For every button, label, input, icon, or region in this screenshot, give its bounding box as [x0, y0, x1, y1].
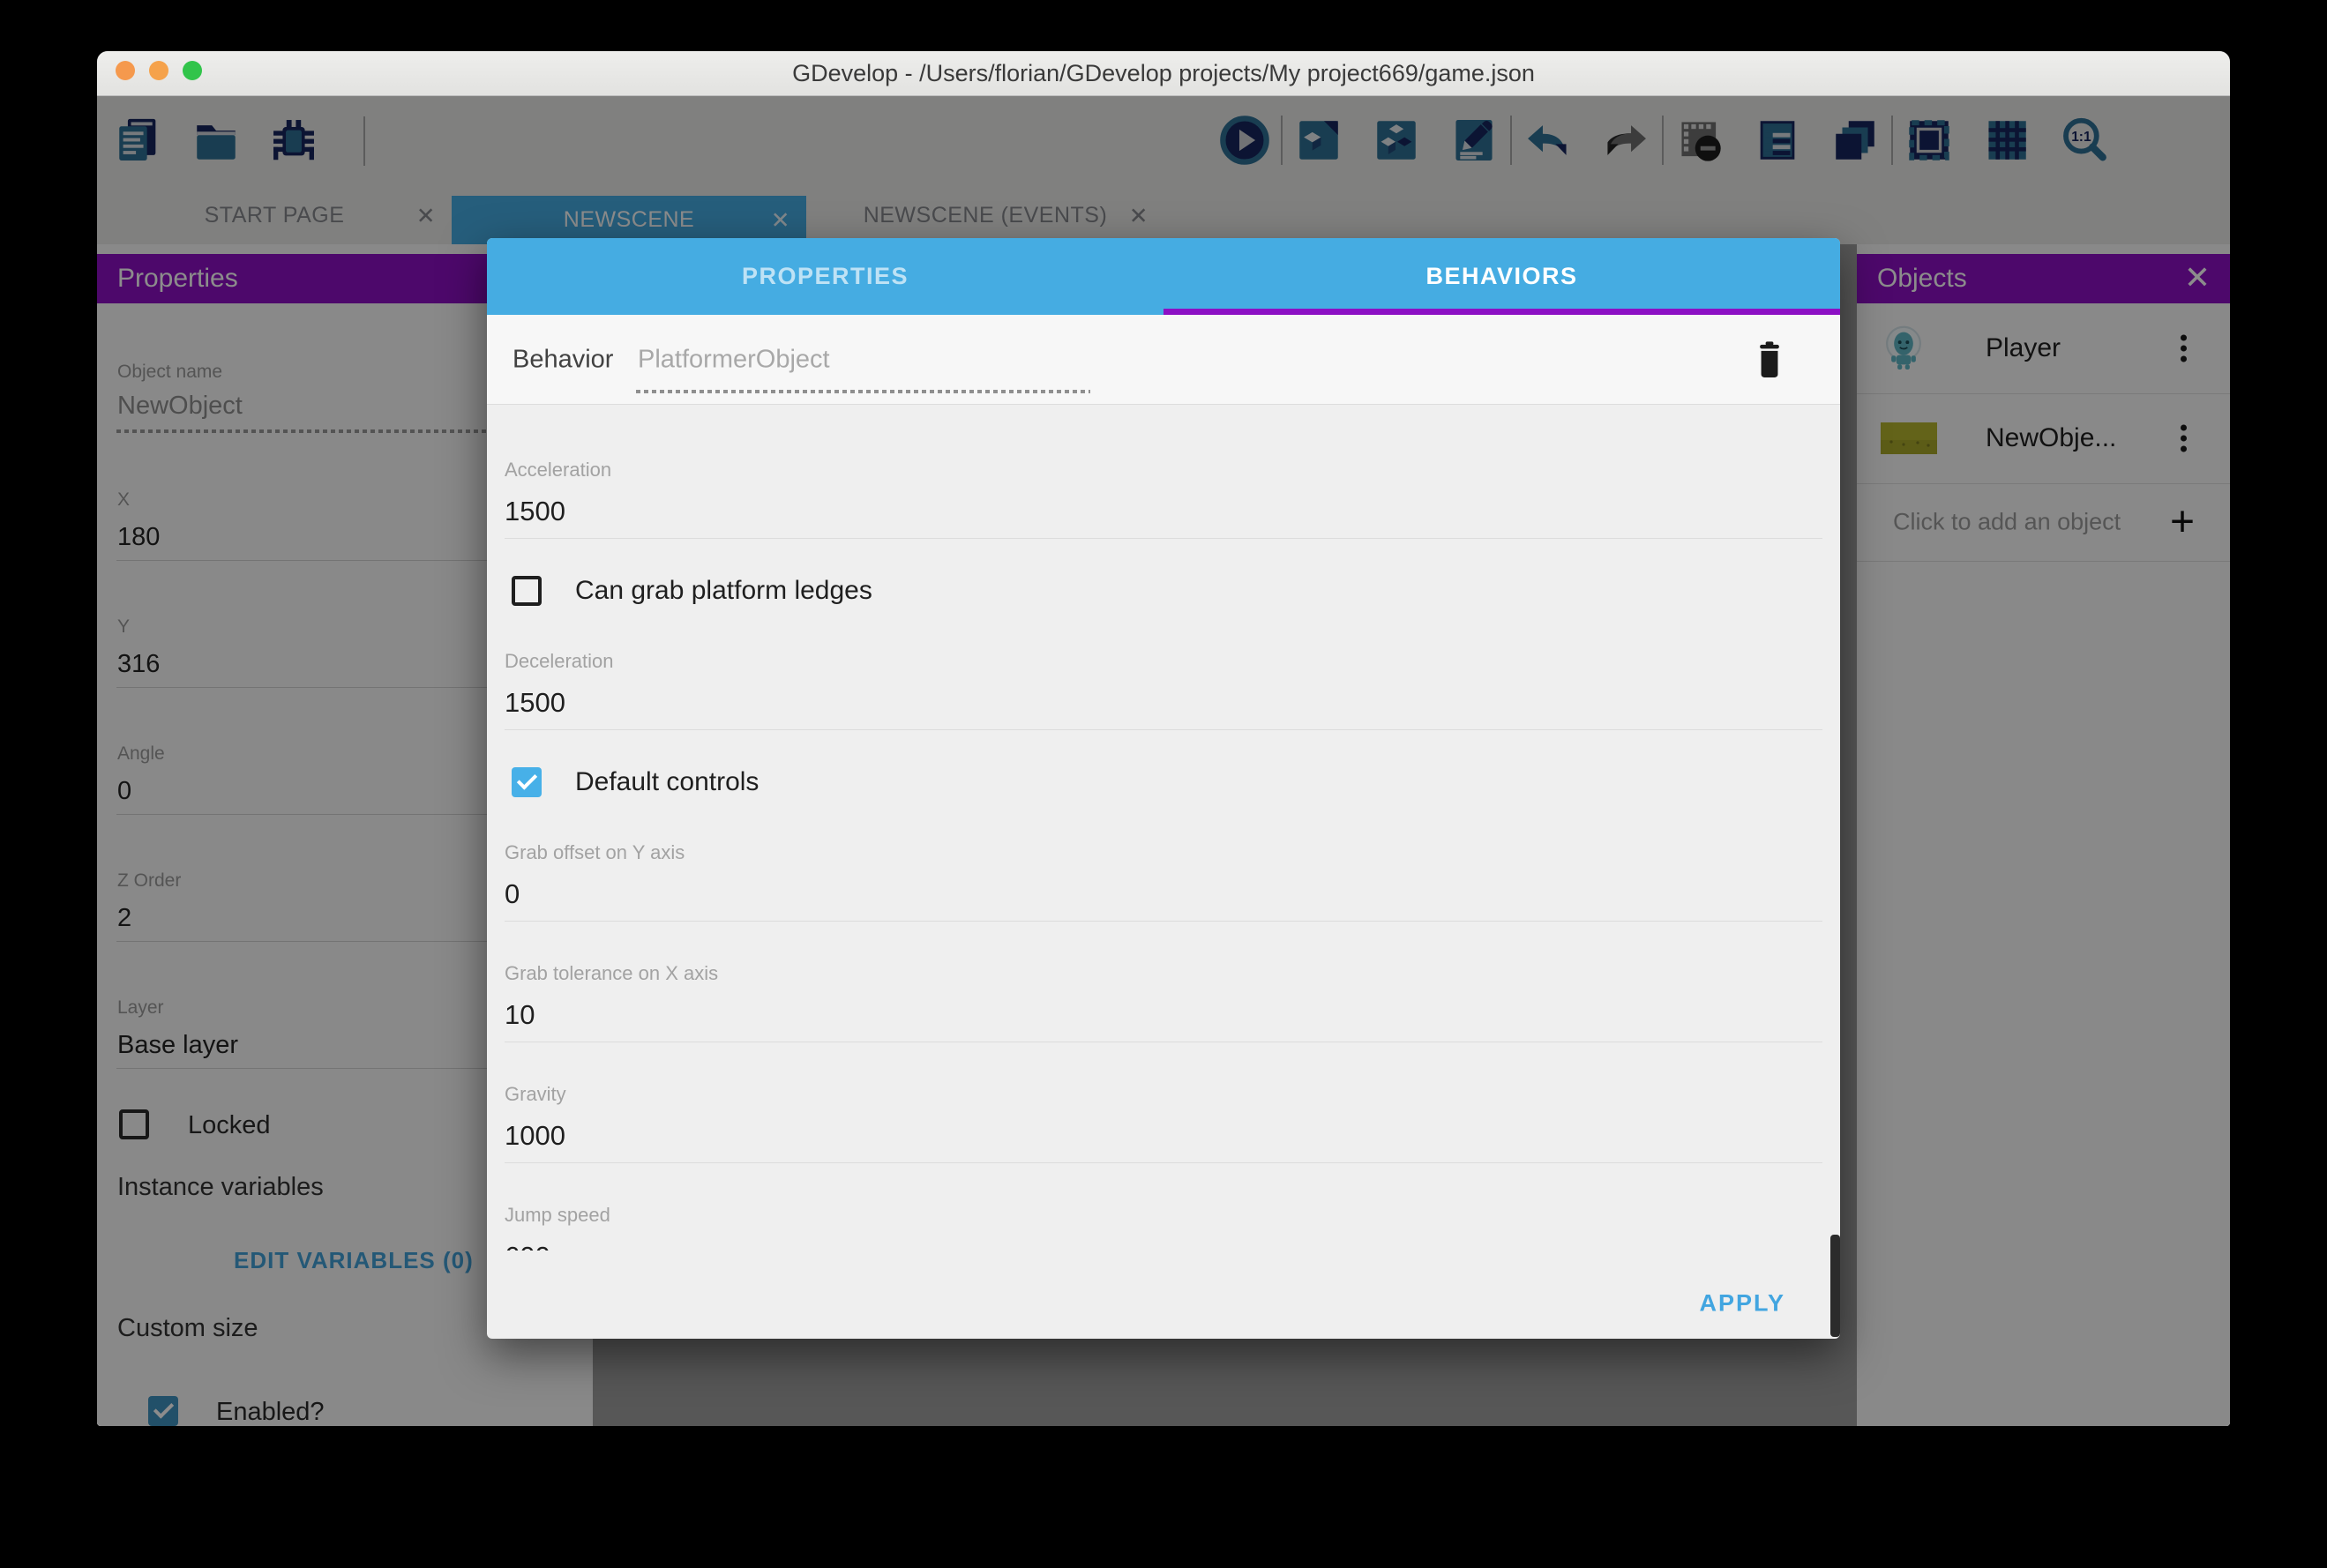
- behavior-name-input[interactable]: PlatformerObject: [638, 345, 830, 374]
- field-label: Deceleration: [505, 650, 1822, 673]
- behavior-label: Behavior: [513, 345, 613, 374]
- field-underline: [505, 729, 1822, 730]
- behavior-properties-list: Acceleration 1500 Can grab platform ledg…: [487, 404, 1840, 1267]
- can-grab-ledges-label: Can grab platform ledges: [575, 576, 872, 606]
- dialog-scrollbar-thumb[interactable]: [1830, 1235, 1840, 1337]
- dialog-tab-behaviors[interactable]: BEHAVIORS: [1164, 238, 1840, 315]
- delete-behavior-icon[interactable]: [1751, 339, 1788, 381]
- acceleration-field: Acceleration 1500: [505, 459, 1822, 539]
- behavior-name-underline: [636, 390, 1090, 393]
- can-grab-ledges-row[interactable]: Can grab platform ledges: [512, 574, 1822, 609]
- titlebar: GDevelop - /Users/florian/GDevelop proje…: [97, 51, 2230, 96]
- dialog-tab-properties[interactable]: PROPERTIES: [487, 238, 1164, 315]
- default-controls-row[interactable]: Default controls: [512, 765, 1822, 801]
- apply-button[interactable]: APPLY: [1699, 1289, 1785, 1317]
- field-value[interactable]: 0: [505, 878, 1822, 910]
- field-underline: [505, 1162, 1822, 1163]
- default-controls-label: Default controls: [575, 767, 759, 797]
- field-label: Jump speed: [505, 1204, 1822, 1227]
- field-value[interactable]: 1000: [505, 1120, 1822, 1152]
- jump-speed-field: Jump speed 600: [505, 1204, 1822, 1251]
- grab-offset-y-field: Grab offset on Y axis 0: [505, 841, 1822, 922]
- field-label: Acceleration: [505, 459, 1822, 482]
- field-value[interactable]: 600: [505, 1241, 1822, 1251]
- field-underline: [505, 921, 1822, 922]
- gravity-field: Gravity 1000: [505, 1083, 1822, 1163]
- can-grab-ledges-checkbox[interactable]: [512, 576, 542, 606]
- dialog-tabs: PROPERTIES BEHAVIORS: [487, 238, 1840, 315]
- deceleration-field: Deceleration 1500: [505, 650, 1822, 730]
- field-value[interactable]: 1500: [505, 687, 1822, 719]
- field-value[interactable]: 10: [505, 999, 1822, 1031]
- field-underline: [505, 538, 1822, 539]
- behavior-row: Behavior PlatformerObject: [487, 315, 1840, 405]
- dialog-footer: APPLY: [487, 1267, 1840, 1339]
- default-controls-checkbox[interactable]: [512, 767, 542, 797]
- field-label: Gravity: [505, 1083, 1822, 1106]
- field-value[interactable]: 1500: [505, 496, 1822, 527]
- grab-tolerance-x-field: Grab tolerance on X axis 10: [505, 962, 1822, 1042]
- app-window: GDevelop - /Users/florian/GDevelop proje…: [97, 51, 2230, 1426]
- window-title: GDevelop - /Users/florian/GDevelop proje…: [97, 51, 2230, 95]
- field-label: Grab tolerance on X axis: [505, 962, 1822, 985]
- field-label: Grab offset on Y axis: [505, 841, 1822, 864]
- clipped-value-wrap: 600: [505, 1241, 1822, 1251]
- object-editor-dialog: PROPERTIES BEHAVIORS Behavior Platformer…: [487, 238, 1840, 1339]
